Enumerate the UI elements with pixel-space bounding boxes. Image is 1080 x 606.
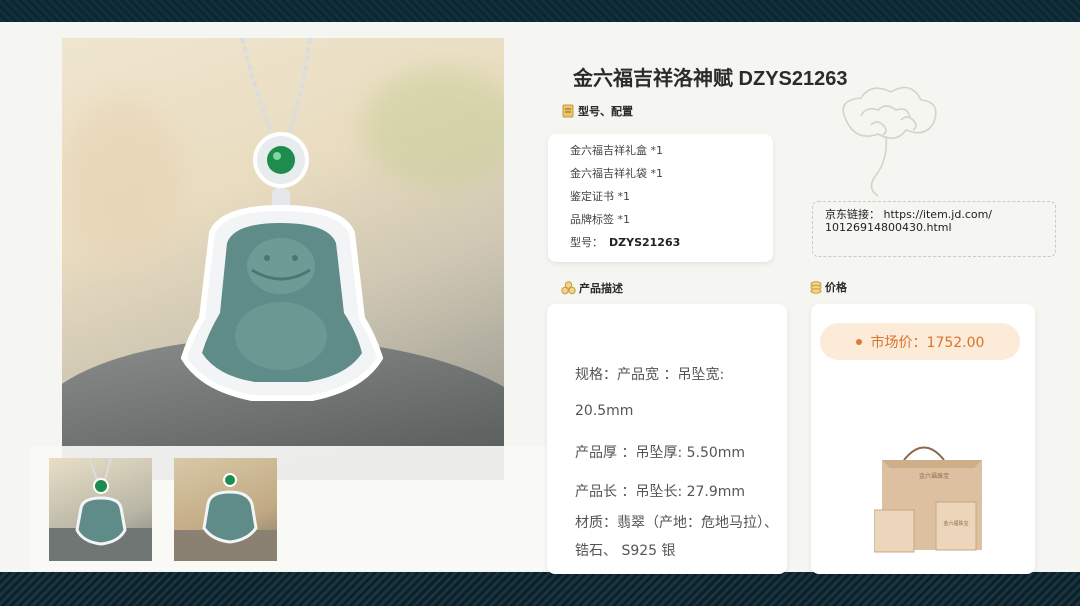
config-heading: 型号、配置 (561, 103, 633, 119)
jd-link-label: 京东链接： (825, 208, 880, 221)
config-heading-label: 型号、配置 (578, 105, 633, 118)
description-heading-label: 产品描述 (579, 282, 623, 295)
description-line: 规格：产品宽 ：吊坠宽: (575, 367, 725, 383)
bullet-dot-icon (855, 338, 862, 345)
price-heading-label: 价格 (825, 281, 847, 294)
model-value: DZYS21263 (609, 236, 681, 249)
thumbnail-2[interactable] (174, 458, 277, 561)
gift-bag-image: 金六福珠宝 金六福珠宝 (874, 446, 982, 553)
gift-box-logo: 金六福珠宝 (943, 520, 968, 527)
market-price: 市场价：1752.00 (870, 334, 985, 351)
config-item: 金六福吉祥礼盒 *1 (570, 144, 663, 157)
description-line: 产品长 ：吊坠长: 27.9mm (575, 484, 746, 500)
model-label: 型号： (570, 236, 603, 249)
description-line: 锆石、 S925 银 (575, 543, 676, 559)
flower-icon (561, 281, 576, 295)
jd-link-box[interactable]: 京东链接： https://item.jd.com/ 1012691480043… (812, 201, 1056, 257)
model-line: 型号： DZYS21263 (570, 234, 680, 250)
description-card: 规格：产品宽 ：吊坠宽: 20.5mm 产品厚 ：吊坠厚: 5.50mm 产品长… (547, 304, 787, 574)
config-item: 品牌标签 *1 (570, 213, 630, 226)
description-heading: 产品描述 (561, 280, 623, 296)
config-item: 金六福吉祥礼袋 *1 (570, 167, 663, 180)
description-line: 20.5mm (575, 403, 634, 419)
product-slide: 金六福吉祥洛神赋 DZYS21263 型号、配置 金六福吉祥礼盒 *1 金六福吉… (0, 22, 1080, 574)
jd-link-url-continued[interactable]: 10126914800430.html (825, 221, 1043, 234)
coins-icon (810, 280, 822, 294)
document-icon (562, 104, 574, 118)
product-main-image (62, 38, 504, 480)
cloud-ornament-icon (842, 86, 937, 197)
thumbnail-strip (30, 446, 550, 570)
jade-pendant-image (180, 38, 384, 401)
description-line: 产品厚 ：吊坠厚: 5.50mm (575, 445, 746, 461)
config-item: 鉴定证书 *1 (570, 190, 630, 203)
jd-link-url[interactable]: https://item.jd.com/ (884, 208, 993, 221)
market-price-badge: 市场价：1752.00 (820, 323, 1020, 360)
config-card: 金六福吉祥礼盒 *1 金六福吉祥礼袋 *1 鉴定证书 *1 品牌标签 *1 型号… (548, 134, 773, 262)
gift-bag-logo: 金六福珠宝 (919, 472, 949, 480)
price-heading: 价格 (810, 279, 847, 295)
thumbnail-1[interactable] (49, 458, 152, 561)
product-title: 金六福吉祥洛神赋 DZYS21263 (573, 68, 848, 90)
description-line: 材质：翡翠（产地：危地马拉）、 (575, 515, 778, 531)
